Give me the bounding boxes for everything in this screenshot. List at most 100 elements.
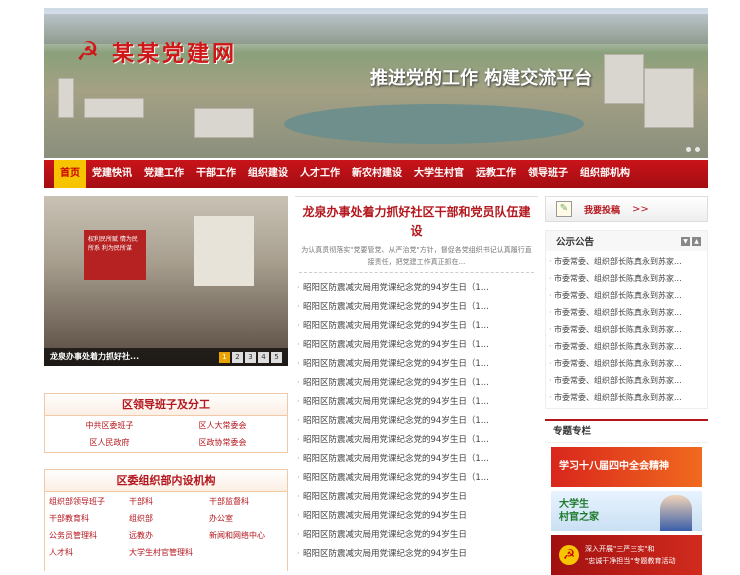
news-item[interactable]: 昭阳区防震减灾局用党课纪念党的94岁生日（1... <box>295 431 538 450</box>
dot[interactable] <box>695 147 700 152</box>
notice-item[interactable]: 市委常委、组织部长陈真永到苏家... <box>546 321 707 338</box>
nav-item[interactable]: 领导班子 <box>522 160 574 188</box>
leaders-list: 中共区委班子 区人大常委会 区人民政府 区政协常委会 <box>45 416 287 452</box>
promo-fourth-plenum[interactable]: 学习十八届四中全会精神 <box>551 447 702 487</box>
news-item[interactable]: 昭阳区防震减灾局用党课纪念党的94岁生日 <box>295 488 538 507</box>
notice-item[interactable]: 市委常委、组织部长陈真永到苏家... <box>546 287 707 304</box>
special-title: 专题专栏 <box>545 421 708 443</box>
notice-box: 公示公告 ▼▲ 市委常委、组织部长陈真永到苏家...市委常委、组织部长陈真永到苏… <box>545 230 708 409</box>
promo-village-officials[interactable]: 大学生 村官之家 <box>551 491 702 531</box>
promo-text: 学习十八届四中全会精神 <box>559 461 669 472</box>
news-column: 龙泉办事处着力抓好社区干部和党员队伍建设 为认真贯彻落实"党要管党、从严治党"方… <box>295 196 538 564</box>
slide-page-button[interactable]: 5 <box>271 352 282 363</box>
promo-three-stricts[interactable]: ☭ 深入开展"三严三实"和 "忠诚干净担当"专题教育活动 <box>551 535 702 575</box>
scroll-up-icon[interactable]: ▲ <box>692 236 701 246</box>
nav-item[interactable]: 组织部机构 <box>574 160 636 188</box>
nav-item[interactable]: 组织建设 <box>242 160 294 188</box>
window <box>194 216 254 286</box>
news-item[interactable]: 昭阳区防震减灾局用党课纪念党的94岁生日（1... <box>295 336 538 355</box>
hammer-sickle-icon: ☭ <box>76 37 100 67</box>
leader-link[interactable]: 区人民政府 <box>53 437 166 448</box>
notice-item[interactable]: 市委常委、组织部长陈真永到苏家... <box>546 270 707 287</box>
news-item[interactable]: 昭阳区防震减灾局用党课纪念党的94岁生日（1... <box>295 374 538 393</box>
building-2 <box>84 98 144 118</box>
leader-link[interactable]: 中共区委班子 <box>53 420 166 431</box>
org-link[interactable]: 组织部 <box>129 513 209 524</box>
notice-controls: ▼ ▲ <box>681 236 701 246</box>
notice-item[interactable]: 市委常委、组织部长陈真永到苏家... <box>546 304 707 321</box>
promo-text: 深入开展"三严三实"和 <box>585 545 655 553</box>
nav-item[interactable]: 干部工作 <box>190 160 242 188</box>
org-link[interactable]: 远教办 <box>129 530 209 541</box>
news-item[interactable]: 昭阳区防震减灾局用党课纪念党的94岁生日（1... <box>295 355 538 374</box>
slide-page-button[interactable]: 4 <box>258 352 269 363</box>
nav-item[interactable]: 大学生村官 <box>408 160 470 188</box>
notice-item[interactable]: 市委常委、组织部长陈真永到苏家... <box>546 372 707 389</box>
news-item[interactable]: 昭阳区防震减灾局用党课纪念党的94岁生日（1... <box>295 393 538 412</box>
slogan-board: 权利民所赋 情为民所系 利为民所谋 <box>84 230 146 280</box>
headline: 龙泉办事处着力抓好社区干部和党员队伍建设 为认真贯彻落实"党要管党、从严治党"方… <box>295 196 538 273</box>
site-title: 某某党建网 <box>112 41 238 67</box>
photo-slider[interactable]: 权利民所赋 情为民所系 利为民所谋 龙泉办事处着力抓好社... 12345 <box>44 196 288 366</box>
org-link[interactable]: 公务员管理科 <box>49 530 129 541</box>
notice-item[interactable]: 市委常委、组织部长陈真永到苏家... <box>546 389 707 406</box>
nav-item[interactable]: 新农村建设 <box>346 160 408 188</box>
pen-paper-icon: ✎ <box>556 201 572 217</box>
news-item[interactable]: 昭阳区防震减灾局用党课纪念党的94岁生日（1... <box>295 450 538 469</box>
news-list: 昭阳区防震减灾局用党课纪念党的94岁生日（1...昭阳区防震减灾局用党课纪念党的… <box>295 279 538 564</box>
notice-title: 公示公告 <box>556 237 595 248</box>
leaders-box: 区领导班子及分工 中共区委班子 区人大常委会 区人民政府 区政协常委会 <box>44 393 288 453</box>
building-3 <box>194 108 254 138</box>
scroll-down-icon[interactable]: ▼ <box>681 236 690 246</box>
org-link[interactable]: 干部教育科 <box>49 513 129 524</box>
nav-item[interactable]: 人才工作 <box>294 160 346 188</box>
org-link[interactable]: 大学生村官管理科 <box>129 547 209 558</box>
nav-item[interactable]: 党建工作 <box>138 160 190 188</box>
org-link[interactable]: 新闻和网络中心 <box>209 530 293 541</box>
news-item[interactable]: 昭阳区防震减灾局用党课纪念党的94岁生日（1... <box>295 412 538 431</box>
slide-page-button[interactable]: 2 <box>232 352 243 363</box>
org-list: 组织部领导班子 干部科 干部监督科 干部教育科 组织部 办公室 公务员管理科 远教办 新闻和网络… <box>45 492 287 562</box>
notice-item[interactable]: 市委常委、组织部长陈真永到苏家... <box>546 338 707 355</box>
news-item[interactable]: 昭阳区防震减灾局用党课纪念党的94岁生日 <box>295 507 538 526</box>
notice-item[interactable]: 市委常委、组织部长陈真永到苏家... <box>546 355 707 372</box>
right-column: ✎ 我要投稿 >> 公示公告 ▼▲ 市委常委、组织部长陈真永到苏家...市委常委… <box>545 196 708 575</box>
submit-label: 我要投稿 <box>584 205 621 216</box>
org-link[interactable]: 办公室 <box>209 513 293 524</box>
notice-item[interactable]: 市委常委、组织部长陈真永到苏家... <box>546 253 707 270</box>
notice-header: 公示公告 ▼ ▲ <box>546 231 707 251</box>
submit-arrow: >> <box>632 203 649 215</box>
org-link[interactable]: 干部科 <box>129 496 209 507</box>
news-item[interactable]: 昭阳区防震减灾局用党课纪念党的94岁生日（1... <box>295 298 538 317</box>
headline-title[interactable]: 龙泉办事处着力抓好社区干部和党员队伍建设 <box>299 203 534 241</box>
site-logo[interactable]: ☭ 某某党建网 <box>76 36 237 68</box>
leader-link[interactable]: 区人大常委会 <box>166 420 279 431</box>
org-link[interactable]: 组织部领导班子 <box>49 496 129 507</box>
news-item[interactable]: 昭阳区防震减灾局用党课纪念党的94岁生日（1... <box>295 469 538 488</box>
leader-link[interactable]: 区政协常委会 <box>166 437 279 448</box>
lake <box>284 104 584 144</box>
news-item[interactable]: 昭阳区防震减灾局用党课纪念党的94岁生日 <box>295 545 538 564</box>
org-title: 区委组织部内设机构 <box>45 470 287 492</box>
site-banner: ☭ 某某党建网 推进党的工作 构建交流平台 <box>44 8 708 158</box>
nav-item[interactable]: 首页 <box>54 160 86 188</box>
nav-item[interactable]: 党建快讯 <box>86 160 138 188</box>
nav-item[interactable]: 远教工作 <box>470 160 522 188</box>
slide-page-button[interactable]: 3 <box>245 352 256 363</box>
promo-text: "忠诚干净担当"专题教育活动 <box>585 557 676 565</box>
org-link[interactable]: 人才科 <box>49 547 129 558</box>
site-slogan: 推进党的工作 构建交流平台 <box>370 68 593 89</box>
special-box: 专题专栏 学习十八届四中全会精神 大学生 村官之家 ☭ 深入开展"三严三实"和 … <box>545 419 708 575</box>
news-item[interactable]: 昭阳区防震减灾局用党课纪念党的94岁生日（1... <box>295 317 538 336</box>
slide-pager: 12345 <box>219 352 282 363</box>
submit-button[interactable]: ✎ 我要投稿 >> <box>545 196 708 222</box>
leaders-title: 区领导班子及分工 <box>45 394 287 416</box>
people-image <box>660 495 692 531</box>
org-link[interactable]: 干部监督科 <box>209 496 293 507</box>
slide-page-button[interactable]: 1 <box>219 352 230 363</box>
dot[interactable] <box>686 147 691 152</box>
news-item[interactable]: 昭阳区防震减灾局用党课纪念党的94岁生日 <box>295 526 538 545</box>
news-item[interactable]: 昭阳区防震减灾局用党课纪念党的94岁生日（1... <box>295 279 538 298</box>
main-nav: 首页 党建快讯 党建工作 干部工作 组织建设 人才工作 新农村建设 大学生村官 远教工作 领导班子… <box>44 160 708 188</box>
banner-dots[interactable] <box>686 147 700 152</box>
